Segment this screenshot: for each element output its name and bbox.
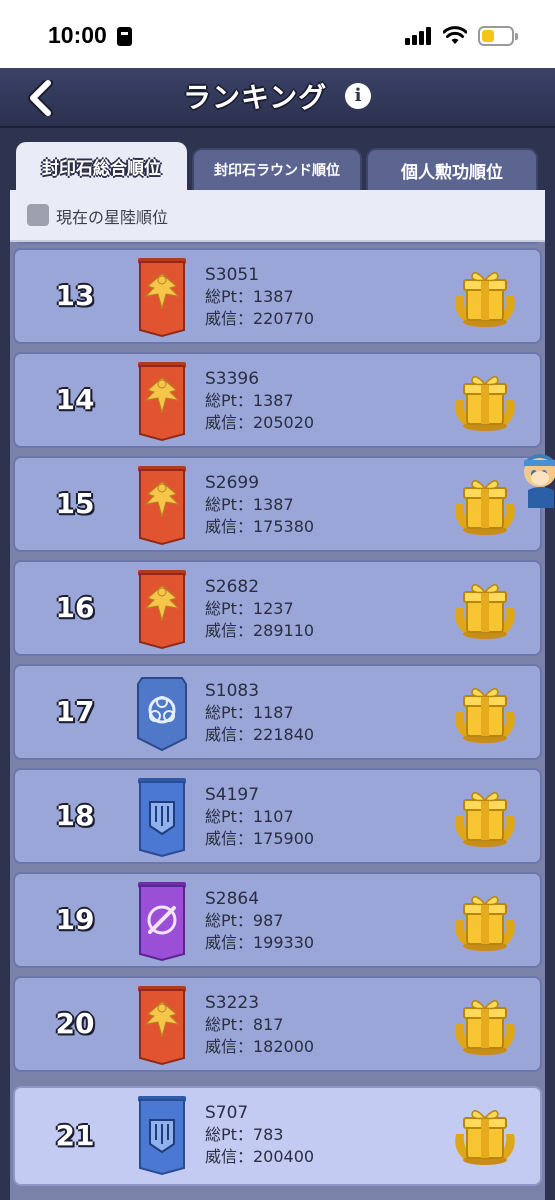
server-info: S707 総Pt：783 威信：200400 [205, 1102, 314, 1168]
reward-gift-icon[interactable] [450, 786, 520, 848]
server-name: S2864 [205, 889, 260, 909]
status-bar: 10:00 [0, 0, 555, 68]
rank-number: 13 [55, 279, 95, 312]
server-info: S3396 総Pt：1387 威信：205020 [205, 368, 314, 434]
total-points: 総Pt：1187 [205, 703, 294, 722]
notification-badge-icon [117, 27, 132, 46]
filter-label: 現在の星陸順位 [56, 208, 169, 227]
server-info: S1083 総Pt：1187 威信：221840 [205, 680, 314, 746]
server-name: S4197 [205, 785, 260, 805]
total-points: 総Pt：1387 [205, 391, 294, 410]
prestige-value: 威信：175900 [205, 829, 315, 848]
reward-gift-icon[interactable] [450, 682, 520, 744]
ranking-list[interactable]: 13 S3051 総Pt：1387 威信：220770 14 S3396 総Pt：1387 威… [10, 242, 545, 1200]
total-points: 総Pt：1387 [205, 287, 294, 306]
server-name: S1083 [205, 681, 260, 701]
ranking-row[interactable]: 17 S1083 総Pt：1187 威信：221840 [13, 664, 542, 760]
rank-number: 21 [55, 1119, 95, 1152]
rank-number: 20 [55, 1007, 95, 1040]
prestige-value: 威信：221840 [205, 725, 315, 744]
ranking-row[interactable]: 16 S2682 総Pt：1237 威信：289110 [13, 560, 542, 656]
server-name: S2682 [205, 577, 260, 597]
info-icon[interactable]: i [345, 83, 371, 109]
cellular-signal-icon [405, 27, 433, 45]
server-info: S2682 総Pt：1237 威信：289110 [205, 576, 314, 642]
status-time: 10:00 [48, 22, 107, 48]
ranking-row[interactable]: 15 S2699 総Pt：1387 威信：175380 [13, 456, 542, 552]
prestige-value: 威信：200400 [205, 1147, 315, 1166]
server-name: S3396 [205, 369, 260, 389]
total-points: 総Pt：783 [205, 1125, 284, 1144]
chevron-left-icon [28, 80, 53, 116]
total-points: 総Pt：1237 [205, 599, 294, 618]
rank-number: 16 [55, 591, 95, 624]
purple-sword-banner-icon [136, 880, 188, 962]
tab-personal-merit[interactable]: 個人勲功順位 [366, 148, 538, 190]
rank-number: 17 [55, 695, 95, 728]
rank-number: 15 [55, 487, 95, 520]
total-points: 総Pt：817 [205, 1015, 284, 1034]
server-name: S3223 [205, 993, 260, 1013]
ranking-row[interactable]: 20 S3223 総Pt：817 威信：182000 [13, 976, 542, 1072]
server-info: S3223 総Pt：817 威信：182000 [205, 992, 314, 1058]
reward-gift-icon[interactable] [450, 370, 520, 432]
rank-number: 19 [55, 903, 95, 936]
reward-gift-icon[interactable] [450, 266, 520, 328]
ranking-panel: 現在の星陸順位 13 S3051 総Pt：1387 威信：220770 14 S3396 総… [10, 190, 545, 1200]
ranking-row[interactable]: 19 S2864 総Pt：987 威信：199330 [13, 872, 542, 968]
server-name: S707 [205, 1103, 249, 1123]
rank-number: 14 [55, 383, 95, 416]
rank-number: 18 [55, 799, 95, 832]
character-avatar-icon[interactable] [518, 452, 555, 508]
back-button[interactable] [20, 78, 60, 118]
current-star-checkbox[interactable] [27, 204, 49, 226]
red-eagle-banner-icon [136, 256, 188, 338]
ranking-row-partial [13, 242, 542, 244]
wifi-icon [443, 26, 467, 44]
reward-gift-icon[interactable] [450, 474, 520, 536]
reward-gift-icon[interactable] [450, 994, 520, 1056]
tab-bar: 封印石総合順位 封印石ラウンド順位 個人勲功順位 [0, 128, 555, 190]
prestige-value: 威信：175380 [205, 517, 315, 536]
reward-gift-icon[interactable] [450, 1104, 520, 1166]
prestige-value: 威信：220770 [205, 309, 315, 328]
server-info: S3051 総Pt：1387 威信：220770 [205, 264, 314, 330]
battery-icon [478, 26, 518, 46]
ranking-row[interactable]: 18 S4197 総Pt：1107 威信：175900 [13, 768, 542, 864]
total-points: 総Pt：1387 [205, 495, 294, 514]
tab-seal-stone-round[interactable]: 封印石ラウンド順位 [192, 148, 362, 190]
blue-biohazard-shield-icon [136, 672, 188, 754]
prestige-value: 威信：182000 [205, 1037, 315, 1056]
total-points: 総Pt：1107 [205, 807, 294, 826]
red-eagle-banner-icon [136, 984, 188, 1066]
server-info: S2699 総Pt：1387 威信：175380 [205, 472, 314, 538]
reward-gift-icon[interactable] [450, 890, 520, 952]
ranking-row[interactable]: 13 S3051 総Pt：1387 威信：220770 [13, 248, 542, 344]
tab-seal-stone-overall[interactable]: 封印石総合順位 [16, 142, 187, 190]
ranking-row[interactable]: 14 S3396 総Pt：1387 威信：205020 [13, 352, 542, 448]
prestige-value: 威信：199330 [205, 933, 315, 952]
server-info: S4197 総Pt：1107 威信：175900 [205, 784, 314, 850]
server-name: S3051 [205, 265, 260, 285]
red-eagle-banner-icon [136, 360, 188, 442]
page-title: ランキング [183, 81, 328, 114]
ranking-row[interactable]: 21 S707 総Pt：783 威信：200400 [13, 1086, 542, 1186]
blue-fist-banner-icon [136, 1094, 188, 1176]
filter-row: 現在の星陸順位 [10, 190, 545, 242]
red-eagle-banner-icon [136, 464, 188, 546]
total-points: 総Pt：987 [205, 911, 284, 930]
reward-gift-icon[interactable] [450, 578, 520, 640]
blue-fist-banner-icon [136, 776, 188, 858]
server-info: S2864 総Pt：987 威信：199330 [205, 888, 314, 954]
red-eagle-banner-icon [136, 568, 188, 650]
prestige-value: 威信：289110 [205, 621, 315, 640]
server-name: S2699 [205, 473, 260, 493]
prestige-value: 威信：205020 [205, 413, 315, 432]
header-bar: ランキング [0, 68, 555, 128]
